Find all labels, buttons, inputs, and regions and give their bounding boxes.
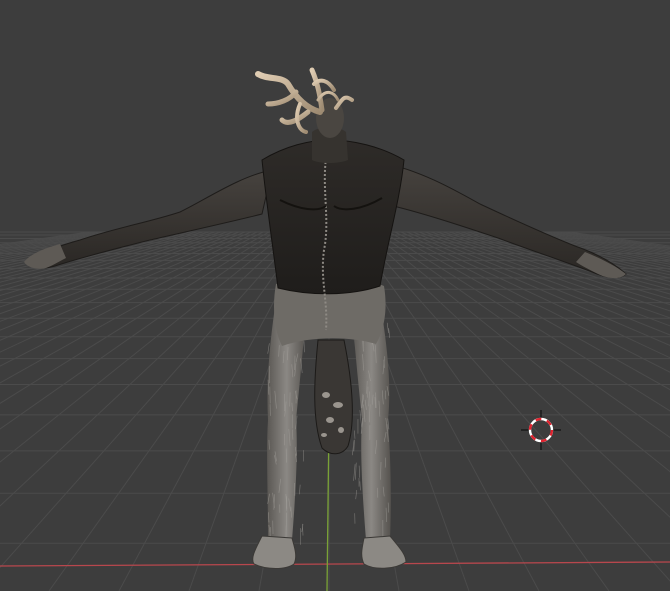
left-foot [253, 536, 296, 569]
loin-pattern [315, 340, 353, 454]
torso [262, 140, 404, 294]
3d-viewport[interactable] [0, 0, 670, 591]
